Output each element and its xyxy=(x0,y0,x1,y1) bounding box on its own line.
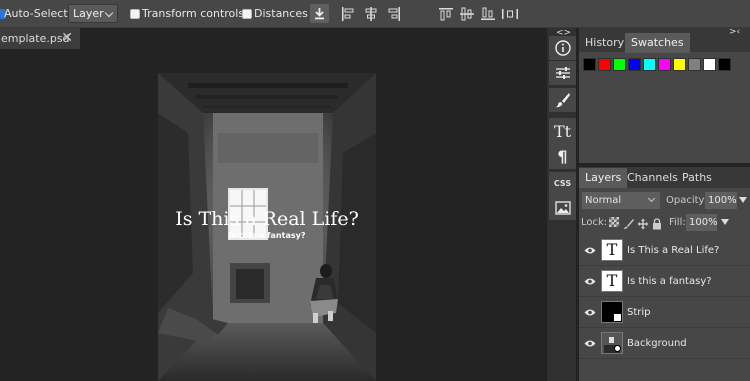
sliders-icon[interactable] xyxy=(549,61,576,85)
text-icon[interactable]: Tt xyxy=(549,118,576,145)
transform-controls-checkbox[interactable] xyxy=(130,9,140,19)
layer-name: Background xyxy=(627,338,687,349)
strip-layer-thumbnail xyxy=(601,301,623,323)
layer-select[interactable]: Layer xyxy=(68,4,118,23)
align-bottom-icon[interactable] xyxy=(480,6,496,22)
tab-paths[interactable]: Paths xyxy=(676,168,718,188)
tab-swatches[interactable]: Swatches xyxy=(625,33,690,53)
fill-dropdown-icon[interactable] xyxy=(721,219,729,225)
close-icon[interactable]: ✕ xyxy=(61,28,73,49)
layer-row[interactable]: T Is this a fantasy? xyxy=(579,267,750,297)
layer-select-value: Layer xyxy=(73,7,104,20)
color-swatch[interactable] xyxy=(628,58,641,71)
align-middle-v-icon[interactable] xyxy=(459,6,475,22)
canvas-headline[interactable]: Is This a Real Life? xyxy=(158,208,376,230)
transform-controls-label: Transform controls xyxy=(142,7,245,20)
color-swatch[interactable] xyxy=(688,58,701,71)
layer-name: Is This a Real Life? xyxy=(627,245,720,256)
swatches-panel: >‹ History Swatches xyxy=(579,27,750,163)
lock-paint-icon[interactable] xyxy=(623,215,635,234)
color-swatch[interactable] xyxy=(598,58,611,71)
image-icon[interactable] xyxy=(549,196,576,220)
align-center-h-icon[interactable] xyxy=(363,6,379,22)
color-swatch[interactable] xyxy=(643,58,656,71)
visibility-eye-icon[interactable] xyxy=(584,339,596,348)
side-tool-strip: <> Tt ¶ CSS xyxy=(546,28,577,381)
fill-field[interactable]: 100% xyxy=(686,214,718,231)
opacity-field[interactable]: 100% xyxy=(705,192,737,209)
paragraph-glyph: ¶ xyxy=(557,147,568,166)
opacity-dropdown-icon[interactable] xyxy=(739,197,747,203)
layer-row[interactable]: Strip xyxy=(579,298,750,328)
color-swatch[interactable] xyxy=(613,58,626,71)
blend-mode-value: Normal xyxy=(585,195,622,206)
options-bar: Auto-Select Layer Transform controls Dis… xyxy=(0,0,750,28)
color-swatch[interactable] xyxy=(583,58,596,71)
opacity-label: Opacity: xyxy=(666,195,708,206)
document-tab-bar xyxy=(0,28,546,50)
tab-channels[interactable]: Channels xyxy=(621,168,684,188)
paragraph-icon[interactable]: ¶ xyxy=(549,145,576,169)
document-tab-title: emplate.psd xyxy=(1,32,70,45)
chevron-down-icon xyxy=(104,8,114,18)
layer-name: Is this a fantasy? xyxy=(627,276,712,287)
smart-object-badge-icon xyxy=(614,345,621,352)
info-icon[interactable] xyxy=(549,36,576,60)
brush-icon[interactable] xyxy=(549,88,576,112)
color-swatch[interactable] xyxy=(673,58,686,71)
download-icon[interactable] xyxy=(310,4,329,23)
layer-name: Strip xyxy=(627,307,651,318)
visibility-eye-icon[interactable] xyxy=(584,308,596,317)
panel-collapse-icon[interactable]: >‹ xyxy=(729,27,740,37)
lock-label: Lock: xyxy=(581,217,608,228)
layer-row[interactable]: Background xyxy=(579,329,750,359)
layer-mask-badge-icon xyxy=(614,314,621,321)
document-tab[interactable]: emplate.psd ✕ xyxy=(0,28,80,49)
lock-all-icon[interactable] xyxy=(652,215,662,234)
align-top-icon[interactable] xyxy=(438,6,454,22)
align-right-icon[interactable] xyxy=(386,6,402,22)
text-layer-thumbnail: T xyxy=(601,239,623,261)
lock-transparency-icon[interactable] xyxy=(609,217,619,227)
color-swatch[interactable] xyxy=(658,58,671,71)
css-icon[interactable]: CSS xyxy=(549,172,576,196)
canvas-subline[interactable]: Is this a fantasy? xyxy=(158,231,376,240)
tab-history[interactable]: History xyxy=(579,33,630,53)
color-swatch[interactable] xyxy=(703,58,716,71)
background-layer-thumbnail xyxy=(601,332,623,354)
text-layer-thumbnail: T xyxy=(601,270,623,292)
distances-label: Distances xyxy=(254,7,308,20)
distances-checkbox[interactable] xyxy=(242,9,252,19)
visibility-eye-icon[interactable] xyxy=(584,246,596,255)
layer-row[interactable]: T Is This a Real Life? xyxy=(579,236,750,266)
auto-select-label: Auto-Select xyxy=(4,7,68,20)
color-swatch[interactable] xyxy=(718,58,731,71)
blend-mode-select[interactable]: Normal xyxy=(582,192,660,209)
text-tool-label: Tt xyxy=(553,122,572,141)
fill-label: Fill: xyxy=(669,217,686,228)
document-canvas[interactable]: Is This a Real Life? Is this a fantasy? xyxy=(158,73,376,381)
visibility-eye-icon[interactable] xyxy=(584,277,596,286)
css-label: CSS xyxy=(553,179,572,188)
lock-move-icon[interactable] xyxy=(637,215,649,234)
distribute-icon[interactable] xyxy=(501,6,519,22)
chevron-down-icon xyxy=(647,194,656,203)
align-left-icon[interactable] xyxy=(340,6,356,22)
